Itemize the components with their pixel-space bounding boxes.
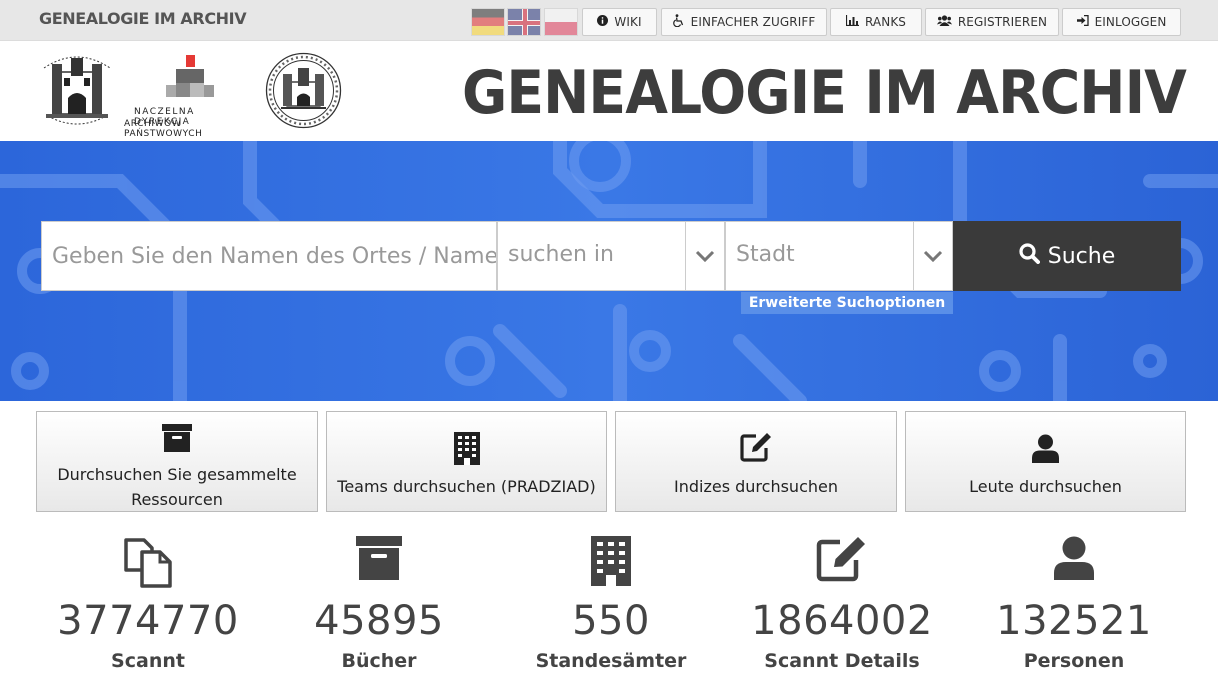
archive-box-icon <box>37 424 317 452</box>
stat-scan-details: 1864002 Scannt Details <box>742 536 942 672</box>
nav-wiki-label: WIKI <box>614 15 642 29</box>
stat-scans-label: Scannt <box>111 650 185 672</box>
flag-pl-icon[interactable] <box>544 8 578 36</box>
stat-registry-offices: 550 Standesämter <box>511 536 711 672</box>
nav-register-label: REGISTRIEREN <box>957 15 1048 29</box>
stat-scans-value: 3774770 <box>57 598 239 644</box>
search-in-select[interactable]: suchen in <box>497 221 725 291</box>
search-button[interactable]: Suche <box>953 221 1181 291</box>
nav-ranks-button[interactable]: RANKS <box>830 8 922 36</box>
user-icon <box>974 536 1174 592</box>
search-in-value: suchen in <box>508 242 614 267</box>
copy-icon <box>48 536 248 592</box>
top-navbar: GENEALOGIE IM ARCHIV WIKI EINFACHER ZUGR… <box>0 0 1218 41</box>
building-icon <box>511 536 711 592</box>
stat-persons-value: 132521 <box>996 598 1152 644</box>
city-select[interactable]: Stadt <box>725 221 953 291</box>
card-collected-resources[interactable]: Durchsuchen Sie gesammelte Ressourcen <box>36 411 318 512</box>
stat-books-value: 45895 <box>314 598 444 644</box>
stat-registry-offices-label: Standesämter <box>535 650 687 672</box>
archive-box-icon <box>279 536 479 592</box>
sign-in-icon <box>1076 14 1089 29</box>
stat-books: 45895 Bücher <box>279 536 479 672</box>
stat-books-label: Bücher <box>341 650 417 672</box>
nav-accessibility-button[interactable]: EINFACHER ZUGRIFF <box>661 8 827 36</box>
advanced-search-link[interactable]: Erweiterte Suchoptionen <box>741 292 953 314</box>
search-hero: Geben Sie den Namen des Ortes / Namens s… <box>0 141 1218 401</box>
chevron-down-icon[interactable] <box>685 222 724 290</box>
card-people-label: Leute durchsuchen <box>969 477 1122 496</box>
nav-wiki-button[interactable]: WIKI <box>582 8 657 36</box>
nav-ranks-label: RANKS <box>864 15 907 29</box>
card-people[interactable]: Leute durchsuchen <box>905 411 1186 512</box>
building-icon <box>327 432 606 465</box>
ndap-text-2: ARCHIWÓW PAŃSTWOWYCH <box>124 119 203 139</box>
card-teams-label: Teams durchsuchen (PRADZIAD) <box>337 477 596 496</box>
edit-icon <box>616 432 896 462</box>
chevron-down-icon[interactable] <box>913 222 952 290</box>
card-indexes-label: Indizes durchsuchen <box>674 477 838 496</box>
card-collected-resources-label: Durchsuchen Sie gesammelte Ressourcen <box>57 465 297 509</box>
nav-login-label: EINLOGGEN <box>1094 15 1167 29</box>
site-title: GENEALOGIE IM ARCHIV <box>461 58 1187 128</box>
flag-uk-icon[interactable] <box>507 8 541 36</box>
stat-scan-details-value: 1864002 <box>751 598 933 644</box>
info-icon <box>597 15 609 29</box>
bydgoszcz-seal-logo[interactable] <box>265 52 342 129</box>
card-teams[interactable]: Teams durchsuchen (PRADZIAD) <box>326 411 607 512</box>
users-icon <box>936 15 952 29</box>
archive-torun-logo[interactable] <box>38 50 116 130</box>
stat-persons: 132521 Personen <box>974 536 1174 672</box>
ndap-logo[interactable]: NACZELNA DYREKCJA ARCHIWÓW PAŃSTWOWYCH <box>124 55 254 139</box>
wheelchair-icon <box>672 14 685 30</box>
card-indexes[interactable]: Indizes durchsuchen <box>615 411 897 512</box>
city-value: Stadt <box>736 242 795 267</box>
nav-accessibility-label: EINFACHER ZUGRIFF <box>690 15 816 29</box>
search-button-label: Suche <box>1047 243 1116 269</box>
brand-link[interactable]: GENEALOGIE IM ARCHIV <box>39 9 247 28</box>
flag-de-icon[interactable] <box>471 8 505 36</box>
bar-chart-icon <box>845 15 859 29</box>
search-icon <box>1019 242 1040 270</box>
user-icon <box>906 434 1185 463</box>
nav-login-button[interactable]: EINLOGGEN <box>1062 8 1181 36</box>
edit-icon <box>742 536 942 592</box>
nav-register-button[interactable]: REGISTRIEREN <box>925 8 1059 36</box>
stat-scan-details-label: Scannt Details <box>764 650 920 672</box>
stat-scans: 3774770 Scannt <box>48 536 248 672</box>
place-name-input[interactable]: Geben Sie den Namen des Ortes / Namens <box>41 221 497 291</box>
stat-persons-label: Personen <box>1023 650 1125 672</box>
stat-registry-offices-value: 550 <box>572 598 650 644</box>
